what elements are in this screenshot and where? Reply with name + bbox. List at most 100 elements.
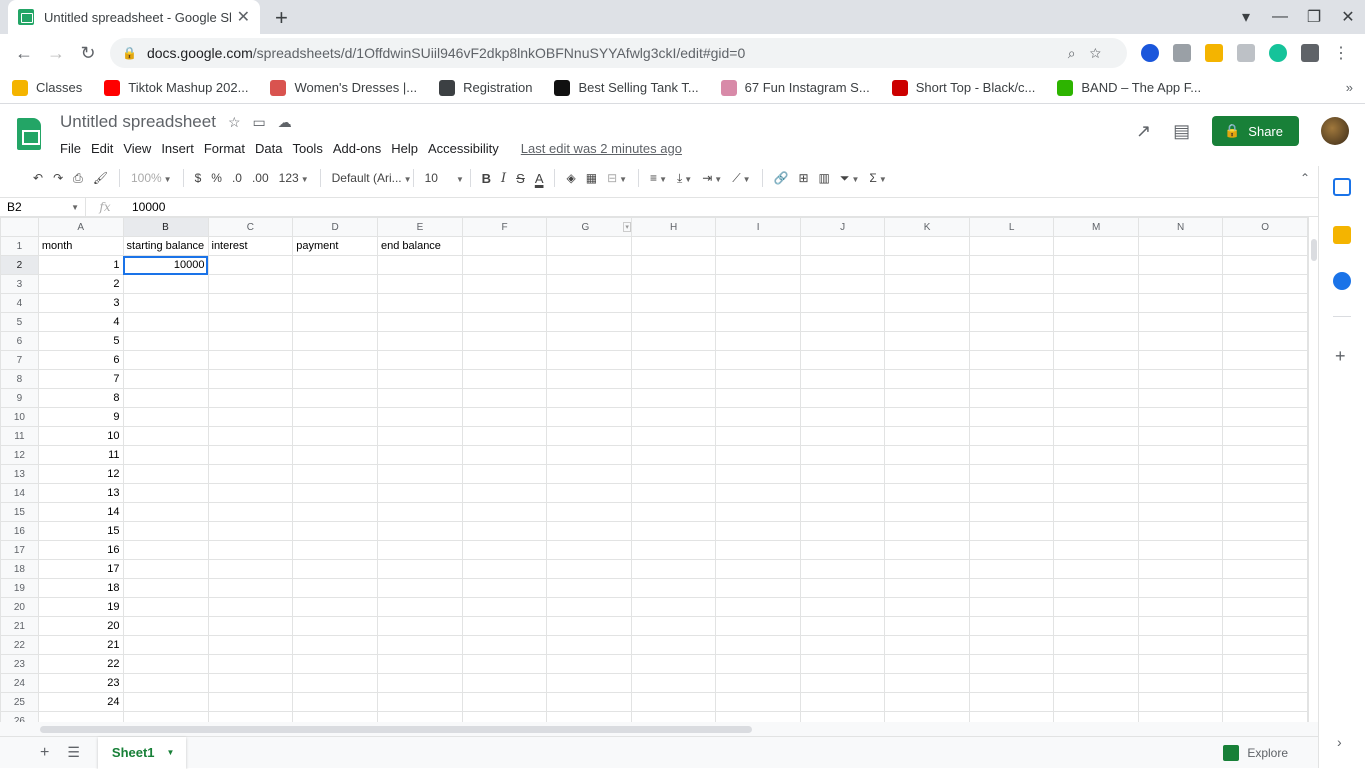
cell[interactable] <box>292 597 378 617</box>
cell[interactable] <box>376 711 463 722</box>
header-cell[interactable]: payment <box>292 236 378 256</box>
cell[interactable] <box>1222 369 1308 389</box>
horizontal-scrollbar[interactable] <box>0 722 1318 736</box>
cell[interactable] <box>207 597 294 617</box>
paint-format-icon[interactable]: 🖌 <box>88 171 113 185</box>
cell[interactable] <box>376 426 463 446</box>
cell[interactable] <box>1137 464 1224 484</box>
bookmark-star-icon[interactable]: ☆ <box>1090 45 1115 61</box>
font-size-select[interactable]: 10 ▼ <box>420 171 464 185</box>
print-icon[interactable]: ⎙ <box>68 171 88 186</box>
cell[interactable] <box>799 293 886 313</box>
row-header[interactable]: 7 <box>0 350 39 370</box>
month-cell[interactable]: 3 <box>37 293 124 313</box>
cell[interactable] <box>1222 540 1308 560</box>
cell[interactable] <box>461 369 548 389</box>
cell[interactable] <box>1222 502 1308 522</box>
cell[interactable] <box>715 711 801 722</box>
month-cell[interactable]: 7 <box>37 369 124 389</box>
cell[interactable] <box>715 312 801 332</box>
cell[interactable] <box>546 635 632 655</box>
cell[interactable] <box>207 426 294 446</box>
italic-button[interactable]: I <box>496 171 511 186</box>
column-header[interactable]: K <box>884 217 970 237</box>
cell[interactable] <box>884 293 970 313</box>
cell[interactable] <box>376 559 463 579</box>
cell[interactable] <box>630 673 717 693</box>
cell[interactable] <box>799 597 886 617</box>
cell[interactable] <box>122 407 209 427</box>
close-tab-icon[interactable]: ✕ <box>237 7 250 27</box>
cell[interactable] <box>292 673 378 693</box>
cell[interactable] <box>292 521 378 541</box>
cell[interactable] <box>1053 388 1139 408</box>
month-cell[interactable]: 5 <box>37 331 124 351</box>
cell[interactable] <box>122 445 209 465</box>
cell[interactable] <box>630 521 717 541</box>
row-header[interactable]: 11 <box>0 426 39 446</box>
cell[interactable] <box>207 407 294 427</box>
cell[interactable] <box>546 521 632 541</box>
bold-button[interactable]: B <box>477 171 496 186</box>
cell[interactable] <box>715 350 801 370</box>
cell[interactable] <box>799 521 886 541</box>
explore-button[interactable]: Explore <box>1223 744 1288 761</box>
cell[interactable] <box>376 521 463 541</box>
cell[interactable] <box>376 312 463 332</box>
horizontal-align-icon[interactable]: ≡ ▼ <box>645 171 672 185</box>
select-all-corner[interactable] <box>0 217 39 237</box>
cloud-status-icon[interactable]: ☁ <box>278 114 292 131</box>
borders-icon[interactable]: ▦ <box>581 171 602 185</box>
cell[interactable] <box>376 407 463 427</box>
redo-icon[interactable]: ↷ <box>48 171 68 185</box>
month-cell[interactable]: 18 <box>37 578 124 598</box>
cell[interactable] <box>207 673 294 693</box>
cell[interactable] <box>207 388 294 408</box>
cell[interactable] <box>1222 597 1308 617</box>
month-cell[interactable]: 19 <box>37 597 124 617</box>
cell[interactable] <box>292 274 378 294</box>
bookmark-item[interactable]: Women's Dresses |... <box>270 79 417 96</box>
cell[interactable] <box>1222 635 1308 655</box>
cell[interactable] <box>968 483 1055 503</box>
cell[interactable] <box>292 445 378 465</box>
column-header[interactable]: N <box>1137 217 1224 237</box>
cell[interactable] <box>630 350 717 370</box>
cell[interactable] <box>461 426 548 446</box>
cell[interactable] <box>884 426 970 446</box>
cell[interactable] <box>1053 692 1139 712</box>
cell[interactable] <box>461 407 548 427</box>
cell[interactable] <box>715 578 801 598</box>
cell[interactable] <box>122 521 209 541</box>
cell[interactable] <box>292 635 378 655</box>
cell[interactable] <box>799 236 886 256</box>
month-cell[interactable]: 2 <box>37 274 124 294</box>
cell[interactable] <box>1137 293 1224 313</box>
text-color-button[interactable]: A <box>530 171 549 186</box>
cell[interactable] <box>1137 616 1224 636</box>
cell[interactable] <box>1053 597 1139 617</box>
cell[interactable] <box>799 578 886 598</box>
cell[interactable] <box>461 635 548 655</box>
cell[interactable] <box>1053 331 1139 351</box>
cell[interactable] <box>1222 255 1308 275</box>
cell[interactable] <box>630 483 717 503</box>
cell[interactable] <box>715 540 801 560</box>
cell[interactable] <box>207 255 294 275</box>
cell[interactable] <box>1222 521 1308 541</box>
column-header[interactable]: J <box>799 217 886 237</box>
cell[interactable] <box>1053 369 1139 389</box>
more-formats-select[interactable]: 123 ▼ <box>274 171 314 185</box>
cell[interactable] <box>884 407 970 427</box>
cell[interactable] <box>376 502 463 522</box>
cell[interactable] <box>292 312 378 332</box>
cell[interactable] <box>122 635 209 655</box>
cell[interactable] <box>122 559 209 579</box>
cell[interactable] <box>968 616 1055 636</box>
star-icon[interactable]: ☆ <box>228 114 241 131</box>
column-header[interactable]: B <box>122 217 209 237</box>
cell[interactable] <box>207 483 294 503</box>
cell[interactable] <box>968 369 1055 389</box>
cell[interactable] <box>630 274 717 294</box>
cell[interactable] <box>1053 502 1139 522</box>
